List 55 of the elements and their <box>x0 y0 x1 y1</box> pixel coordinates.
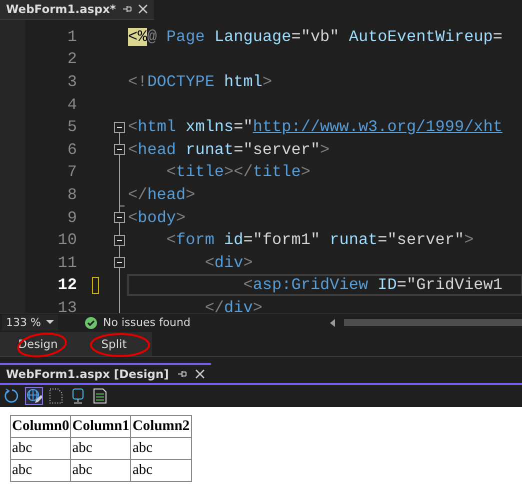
column-header: Column0 <box>10 416 71 438</box>
pin-icon[interactable] <box>122 4 132 14</box>
collapse-icon[interactable] <box>114 138 125 162</box>
table-cell: abc <box>130 438 192 460</box>
column-header: Column2 <box>130 416 192 438</box>
issues-status[interactable]: No issues found <box>103 316 190 330</box>
code-line: <html xmlns="http://www.w3.org/1999/xht <box>128 117 504 138</box>
code-line: </div> <box>204 298 264 313</box>
column-header: Column1 <box>70 416 131 438</box>
line-number: 3 <box>66 73 77 92</box>
tab-title: WebForm1.aspx* <box>6 2 116 16</box>
collapse-icon[interactable] <box>114 206 125 230</box>
code-line: <body> <box>128 208 187 228</box>
dotted-page-icon[interactable] <box>47 387 65 406</box>
line-number: 5 <box>66 118 77 136</box>
code-line: <title></title> <box>165 162 312 182</box>
table-cell: abc <box>10 438 71 460</box>
pin-icon[interactable] <box>176 369 187 380</box>
table-cell: abc <box>70 460 131 482</box>
tab-title: WebForm1.aspx [Design] <box>6 367 169 382</box>
line-number: 12 <box>56 276 77 294</box>
refresh-icon[interactable] <box>3 387 21 406</box>
collapse-icon[interactable] <box>114 251 125 274</box>
line-number: 13 <box>56 298 77 313</box>
table-cell: abc <box>10 460 71 482</box>
line-number: 10 <box>56 231 77 250</box>
annotation-ellipse <box>90 332 150 356</box>
line-number: 11 <box>56 254 77 272</box>
code-line: <div> <box>204 252 254 273</box>
globe-pencil-icon[interactable] <box>25 387 43 406</box>
horizontal-scrollbar[interactable] <box>344 319 522 326</box>
table-cell: abc <box>130 460 192 482</box>
design-tab[interactable]: WebForm1.aspx [Design] <box>0 362 211 384</box>
line-number: 9 <box>66 208 77 227</box>
caret-icon <box>46 320 54 326</box>
table-cell: abc <box>70 438 131 460</box>
line-number: 4 <box>66 96 77 114</box>
close-icon[interactable] <box>138 4 148 14</box>
zoom-dropdown[interactable]: 133 % <box>2 314 58 331</box>
document-icon[interactable] <box>91 387 109 406</box>
code-line: <head runat="server"> <box>128 140 331 160</box>
line-number: 1 <box>66 28 77 46</box>
close-icon[interactable] <box>194 369 205 380</box>
line-number: 8 <box>66 186 77 204</box>
check-icon <box>85 316 97 329</box>
editor-tab[interactable]: WebForm1.aspx* <box>0 0 154 20</box>
code-line: <asp:GridView ID="GridView1 <box>128 275 522 296</box>
code-line: </head> <box>128 185 196 206</box>
collapse-icon[interactable] <box>114 228 125 252</box>
code-line: <form id="form1" runat="server"> <box>165 230 475 250</box>
code-line: <!DOCTYPE html> <box>128 72 274 92</box>
line-number: 7 <box>66 163 77 182</box>
line-number: 6 <box>66 140 77 159</box>
scroll-left-icon[interactable] <box>330 318 336 327</box>
line-number: 2 <box>66 50 77 68</box>
